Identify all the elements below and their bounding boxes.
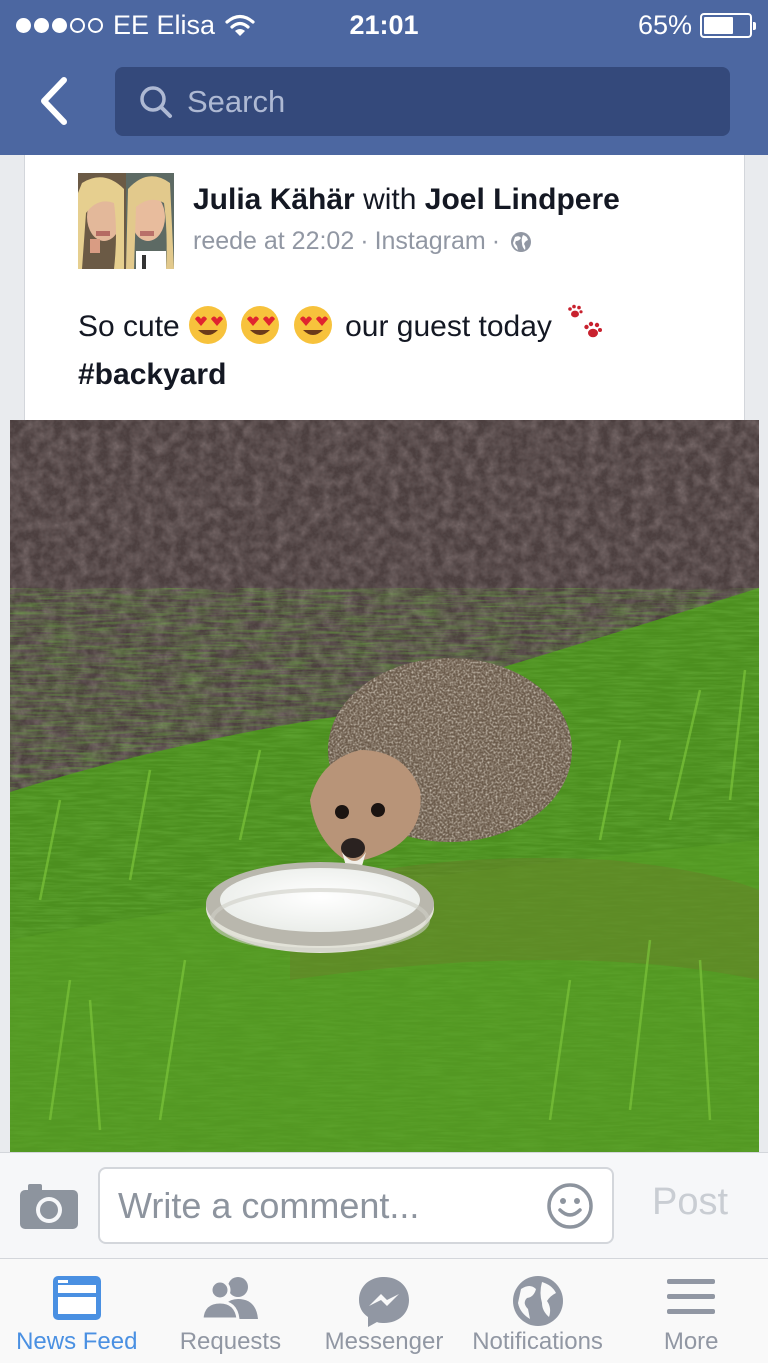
post-header: Julia Kähär with Joel Lindpere reede at … (193, 183, 620, 256)
camera-icon (20, 1184, 78, 1229)
post-timestamp[interactable]: reede at 22:02 (193, 227, 354, 256)
tagged-name-link[interactable]: Joel Lindpere (425, 183, 620, 216)
search-bar[interactable] (115, 67, 730, 136)
post-meta: reede at 22:02 · Instagram · (193, 227, 620, 256)
tab-label: News Feed (16, 1328, 138, 1355)
comment-input-box[interactable] (98, 1167, 614, 1244)
smiley-icon (547, 1183, 593, 1229)
search-icon (140, 85, 172, 118)
with-text: with (363, 183, 417, 216)
tab-bar: News Feed Requests Messenger Notificatio… (0, 1258, 768, 1363)
meta-separator: · (360, 227, 369, 255)
camera-button[interactable] (18, 1181, 80, 1231)
tab-label: Messenger (324, 1328, 444, 1355)
hashtag-link[interactable]: #backyard (78, 358, 226, 391)
post-author-line: Julia Kähär with Joel Lindpere (193, 183, 620, 217)
tab-label: Notifications (472, 1328, 603, 1355)
post-body: So cute our guest today #backyard (78, 303, 698, 399)
top-navigation-bar: EE Elisa 21:01 65% (0, 0, 768, 155)
post-source[interactable]: Instagram (375, 227, 486, 256)
sticker-button[interactable] (546, 1182, 594, 1230)
meta-separator: · (491, 227, 501, 255)
post-text-end: our guest today (345, 310, 552, 343)
requests-icon (200, 1277, 259, 1321)
battery-status: 65% (637, 10, 756, 41)
comment-input[interactable] (118, 1184, 538, 1227)
menu-icon (667, 1279, 716, 1314)
messenger-icon (358, 1277, 409, 1327)
tab-label: Requests (179, 1328, 282, 1355)
author-name-link[interactable]: Julia Kähär (193, 183, 355, 216)
tab-messenger[interactable]: Messenger (307, 1259, 461, 1363)
post-comment-button[interactable]: Post (630, 1181, 750, 1224)
tab-label: More (663, 1328, 719, 1355)
chevron-left-icon (41, 77, 67, 125)
post-photo[interactable] (10, 420, 759, 1152)
status-bar: EE Elisa 21:01 65% (0, 0, 768, 50)
battery-percent: 65% (637, 10, 692, 40)
post-text-start: So cute (78, 310, 180, 343)
globe-icon (512, 1276, 563, 1326)
news-feed-icon (52, 1276, 101, 1320)
paw-prints-icon (568, 304, 603, 338)
heart-eyes-emoji-icon (241, 306, 280, 344)
hedgehog-photo (10, 420, 759, 1152)
heart-eyes-emoji-icon (293, 306, 332, 344)
tab-more[interactable]: More (614, 1259, 768, 1363)
tab-requests[interactable]: Requests (154, 1259, 308, 1363)
back-button[interactable] (30, 74, 80, 128)
heart-eyes-emoji-icon (189, 306, 228, 344)
battery-icon (700, 13, 756, 38)
comment-composer: Post (0, 1152, 768, 1258)
post-card: Julia Kähär with Joel Lindpere reede at … (24, 155, 745, 420)
avatar[interactable] (78, 173, 174, 269)
globe-icon (511, 231, 532, 252)
search-input[interactable] (187, 83, 687, 120)
tab-notifications[interactable]: Notifications (461, 1259, 615, 1363)
tab-news-feed[interactable]: News Feed (0, 1259, 154, 1363)
